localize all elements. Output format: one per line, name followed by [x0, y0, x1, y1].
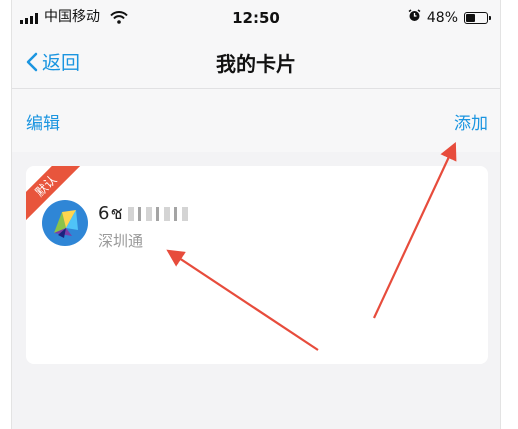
status-right: 48%: [408, 9, 491, 26]
status-bar: 中国移动 12:50 48%: [12, 0, 500, 36]
battery-percent: 48%: [426, 9, 458, 26]
page-title: 我的卡片: [216, 52, 296, 76]
card-item[interactable]: 默认 6ช 深圳通: [26, 166, 488, 364]
add-button[interactable]: 添加: [454, 109, 488, 134]
card-name: 深圳通: [98, 232, 144, 250]
card-toolbar: 编辑 添加: [12, 89, 500, 152]
edit-button[interactable]: 编辑: [26, 109, 60, 134]
card-number-redaction: [127, 207, 188, 221]
navigation-bar: 返回 我的卡片: [12, 36, 500, 88]
card-number: 6ช: [98, 198, 188, 227]
battery-icon: [464, 11, 491, 24]
alarm-clock-icon: [408, 9, 421, 26]
card-number-text: 6ช: [98, 203, 124, 224]
phone-screen: 中国移动 12:50 48% 返回 我的卡片 编辑 添加 默认 6ช 深圳通: [11, 0, 501, 429]
shenzhen-tong-logo-icon: [42, 200, 88, 246]
